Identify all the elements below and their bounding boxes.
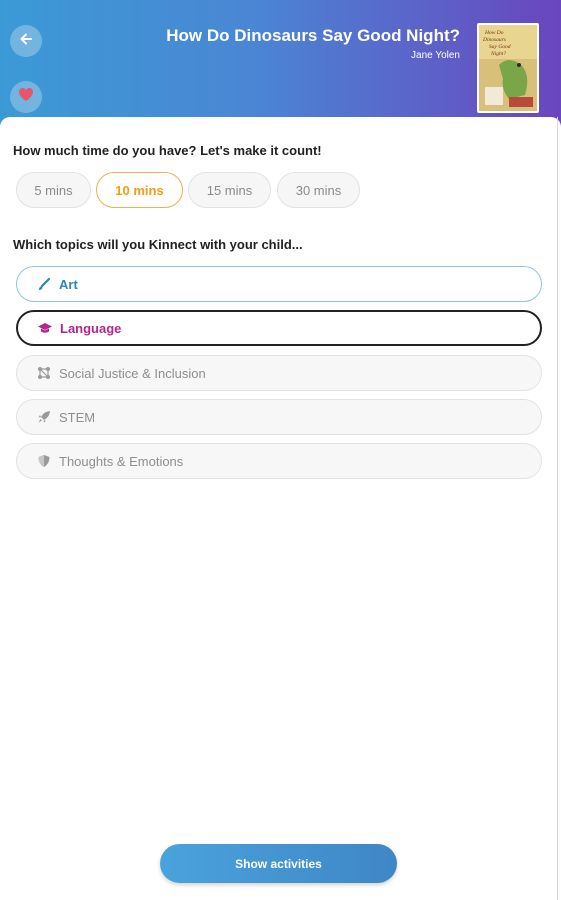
topic-label: STEM [59, 409, 96, 425]
graduation-cap-icon [36, 319, 54, 337]
brush-icon [35, 275, 53, 293]
network-icon [35, 364, 53, 382]
topic-thoughts-emotions[interactable]: Thoughts & Emotions [16, 443, 542, 479]
book-cover: How Do Dinosaurs Say Good Night? [477, 23, 539, 113]
topic-label: Thoughts & Emotions [59, 453, 184, 469]
time-option-5[interactable]: 5 mins [16, 172, 91, 208]
show-activities-button[interactable]: Show activities [160, 844, 397, 883]
topic-label: Language [60, 320, 122, 336]
svg-text:How Do: How Do [484, 30, 504, 36]
svg-text:Dinosaurs: Dinosaurs [482, 37, 506, 43]
topic-label: Social Justice & Inclusion [59, 365, 206, 381]
time-question: How much time do you have? Let's make it… [13, 143, 322, 158]
topic-label: Art [59, 276, 78, 292]
time-option-15[interactable]: 15 mins [188, 172, 271, 208]
back-button[interactable] [10, 25, 42, 57]
heart-icon [18, 87, 34, 107]
time-option-10[interactable]: 10 mins [96, 172, 183, 208]
svg-text:Say Good: Say Good [489, 44, 511, 50]
topic-language[interactable]: Language [16, 310, 542, 346]
shield-icon [35, 452, 53, 470]
book-header: How Do Dinosaurs Say Good Night? Jane Yo… [0, 0, 561, 130]
arrow-left-icon [19, 32, 33, 51]
topics-question: Which topics will you Kinnect with your … [13, 237, 303, 252]
favorite-button[interactable] [10, 81, 42, 113]
svg-text:Night?: Night? [490, 51, 506, 57]
rocket-icon [35, 408, 53, 426]
divider [557, 117, 558, 900]
topic-art[interactable]: Art [16, 266, 542, 302]
content-card [0, 117, 561, 900]
topic-stem[interactable]: STEM [16, 399, 542, 435]
book-title: How Do Dinosaurs Say Good Night? [166, 26, 460, 45]
book-author: Jane Yolen [411, 50, 460, 61]
topic-social-justice[interactable]: Social Justice & Inclusion [16, 355, 542, 391]
time-option-30[interactable]: 30 mins [277, 172, 360, 208]
